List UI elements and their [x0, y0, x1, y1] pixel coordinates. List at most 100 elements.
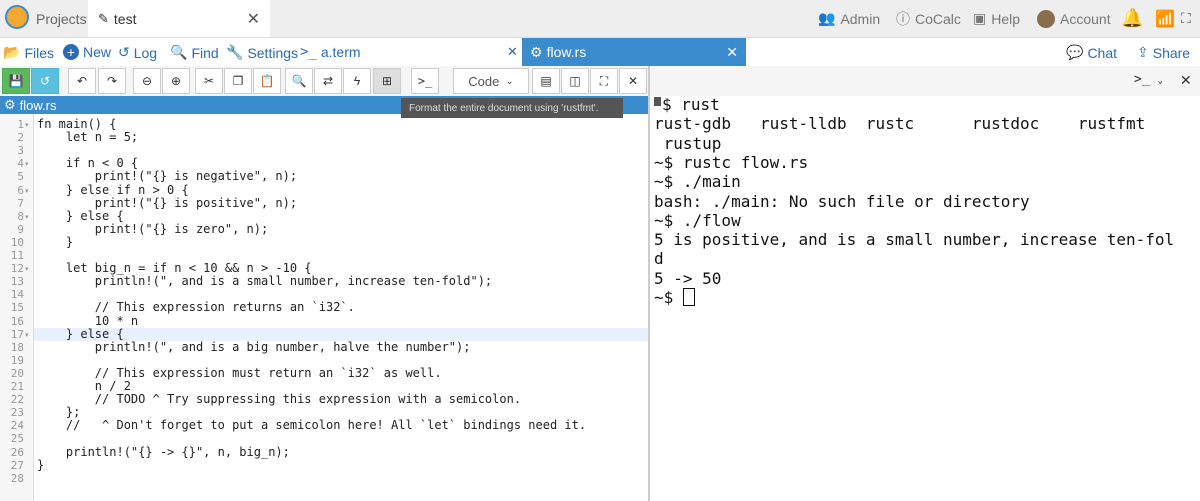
line-number: 28 [10, 471, 24, 485]
tab-flow-rs[interactable]: ⚙ flow.rs ✕ [522, 38, 746, 66]
code-line: println!("{} -> {}", n, big_n); [37, 444, 290, 459]
tab-flow-rs-label: flow.rs [546, 44, 587, 60]
account-label: Account [1060, 10, 1111, 27]
find-button[interactable]: 🔍 [285, 68, 313, 94]
files-button[interactable]: 📂 Files [3, 44, 54, 61]
fullscreen-icon[interactable]: ⛶ [1181, 0, 1191, 37]
goto-line-button[interactable]: ϟ [343, 68, 371, 94]
new-button[interactable]: + New [63, 44, 111, 60]
tab-a-term[interactable]: >_ a.term [300, 44, 361, 60]
settings-button[interactable]: 🔧 Settings [226, 44, 298, 61]
format-button[interactable]: ⊞ [373, 68, 401, 94]
close-frame-button[interactable]: ✕ [619, 68, 647, 94]
log-button[interactable]: ↺ Log [118, 44, 157, 61]
find-button[interactable]: 🔍 Find [170, 44, 219, 61]
line-number: 1 [17, 118, 24, 131]
log-label: Log [133, 44, 158, 61]
terminal-mode-select[interactable]: >_ ⌄ [1134, 72, 1163, 87]
save-button[interactable]: 💾 [2, 68, 30, 94]
line-number: 2 [17, 131, 24, 145]
gear-icon: ⚙ [4, 97, 16, 112]
code-line: println!(", and is a small number, incre… [37, 274, 493, 289]
close-icon[interactable]: ✕ [726, 44, 738, 61]
tab-project-test[interactable]: ✎ test ✕ [88, 0, 270, 37]
close-icon: ✕ [627, 74, 639, 88]
terminal-line-text: ~$ ./main [654, 172, 741, 192]
paste-button[interactable]: 📋 [253, 68, 281, 94]
tab-projects[interactable]: Projects [36, 0, 87, 37]
account-link[interactable]: Account [1037, 0, 1111, 37]
close-icon[interactable]: ✕ [507, 44, 518, 60]
mode-select-label: Code [468, 73, 500, 89]
replace-button[interactable]: ⇄ [314, 68, 342, 94]
copy-icon: ❐ [232, 74, 244, 88]
close-icon[interactable]: ✕ [247, 9, 260, 29]
columns-icon: ▤ [540, 74, 552, 88]
redo-button[interactable]: ↷ [98, 68, 126, 94]
cocalc-link[interactable]: ⓘ CoCalc [896, 0, 961, 37]
close-icon[interactable]: ✕ [1180, 72, 1192, 89]
cocalc-label: CoCalc [915, 10, 961, 27]
folder-icon: 📂 [3, 44, 21, 60]
line-number: 7 [17, 196, 24, 210]
share-button[interactable]: ⇪ Share [1137, 44, 1190, 61]
line-number: 15 [10, 301, 24, 315]
admin-link[interactable]: 👥 Admin [818, 0, 880, 37]
cocalc-logo[interactable] [5, 5, 29, 29]
terminal-line-text: $ rust [662, 95, 720, 114]
connection-icon[interactable]: 📶 [1155, 0, 1175, 37]
bell-icon[interactable]: 🔔 [1121, 0, 1143, 37]
admin-label: Admin [840, 10, 881, 27]
plus-circle-icon: + [63, 44, 79, 60]
terminal-line: $ rust [662, 95, 720, 114]
search-icon: 🔍 [170, 44, 188, 60]
line-number: 6 [17, 183, 24, 197]
share-icon: ⇪ [1137, 44, 1149, 60]
zoom-out-icon: ⊖ [141, 74, 153, 88]
terminal-line-text: rustup [654, 133, 722, 153]
maximize-button[interactable]: ⛶ [590, 68, 618, 94]
terminal-button[interactable]: >_ [411, 68, 439, 94]
chat-button[interactable]: 💬 Chat [1066, 44, 1117, 61]
medkit-icon: ▣ [973, 10, 987, 26]
terminal-toolbar: >_ ⌄ ✕ [650, 66, 1200, 97]
undo-icon: ↶ [76, 74, 88, 88]
split-vertical-button[interactable]: ◫ [561, 68, 589, 94]
line-number: 5 [17, 170, 24, 184]
fold-arrow-icon[interactable]: ▾ [25, 121, 29, 129]
undo-button[interactable]: ↶ [68, 68, 96, 94]
line-number: 26 [10, 445, 24, 459]
line-number: 13 [10, 275, 24, 289]
line-number: 20 [10, 366, 24, 380]
terminal-line: ~$ ./flow [654, 211, 741, 230]
terminal-line: ~$ rustc flow.rs [654, 153, 808, 172]
split-horizontal-button[interactable]: ▤ [532, 68, 560, 94]
mode-select[interactable]: Code ⌄ [453, 68, 529, 94]
zoom-out-button[interactable]: ⊖ [133, 68, 161, 94]
terminal-line-text: rust-gdb rust-lldb rustc rustdoc rustfmt [654, 114, 1146, 134]
terminal-line: ~$ ./main [654, 172, 741, 191]
copy-button[interactable]: ❐ [224, 68, 252, 94]
fold-arrow-icon[interactable]: ▾ [25, 213, 29, 221]
code-line: // ^ Don't forget to put a semicolon her… [37, 418, 587, 433]
fold-arrow-icon[interactable]: ▾ [25, 160, 29, 168]
line-number: 16 [10, 314, 24, 328]
timetravel-button[interactable]: ↺ [31, 68, 59, 94]
terminal[interactable]: $ rust rust-gdb rust-lldb rustc rustdoc r… [650, 95, 1200, 501]
scissors-icon: ✂ [203, 74, 215, 88]
terminal-line: bash: ./main: No such file or directory [654, 192, 1030, 211]
zoom-in-button[interactable]: ⊕ [162, 68, 190, 94]
terminal-line-text: 5 -> 50 [654, 268, 722, 288]
fold-arrow-icon[interactable]: ▾ [25, 331, 29, 339]
redo-icon: ↷ [106, 74, 118, 88]
chat-label: Chat [1087, 44, 1118, 61]
zoom-in-icon: ⊕ [170, 74, 182, 88]
code-line: } else { [37, 208, 124, 223]
code-editor[interactable]: 1 ▾ 2 3 4 ▾ 5 6 ▾ 7 8 ▾ 9 10 11 12 ▾ 13 14 15 16 17 ▾ 18 19 20 21 2… [0, 114, 649, 501]
line-number: 9 [17, 222, 24, 236]
help-link[interactable]: ▣ Help [973, 0, 1020, 37]
chevron-down-icon: ⌄ [505, 75, 514, 87]
cut-button[interactable]: ✂ [195, 68, 223, 94]
fold-arrow-icon[interactable]: ▾ [25, 187, 29, 195]
fold-arrow-icon[interactable]: ▾ [25, 265, 29, 273]
